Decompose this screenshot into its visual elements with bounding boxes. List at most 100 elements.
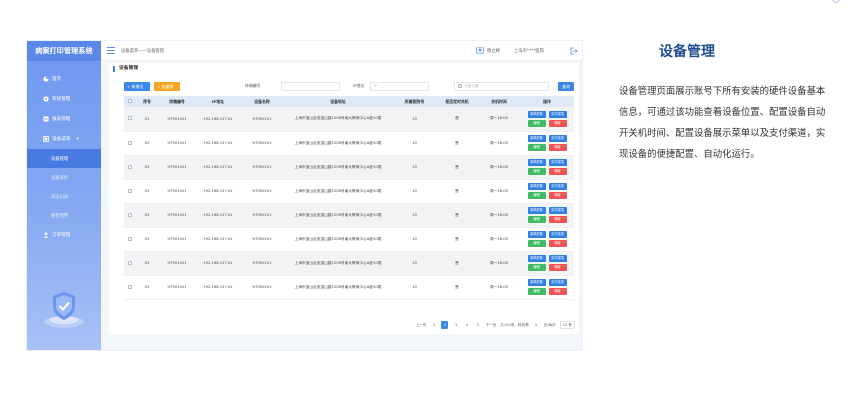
cell-hospital-no: 10 (393, 275, 436, 300)
cell-timed-off: 是 (436, 227, 478, 252)
select-all-checkbox[interactable] (127, 99, 132, 103)
sidebar-item-orders[interactable]: 订单管理 (27, 225, 101, 245)
menu-config-button[interactable]: 菜单配置 (527, 207, 546, 214)
row-checkbox[interactable] (127, 260, 132, 265)
menu-config-button[interactable]: 菜单配置 (527, 255, 546, 262)
row-checkbox[interactable] (127, 284, 132, 289)
header-right: 周立婷 上海市****医院 (476, 47, 582, 55)
sidebar-item-device-management[interactable]: 设备管理 (27, 149, 101, 168)
cell-ip: 192.168.157.01 (195, 131, 241, 156)
page-button[interactable]: 5 (474, 321, 481, 329)
cell-name: HT000101 (241, 227, 283, 252)
delete-button[interactable]: 删除 (548, 240, 567, 247)
sidebar-item-label: 设备管理 (51, 156, 69, 162)
search-button[interactable]: 查询 (558, 82, 574, 91)
delete-button[interactable]: 删除 (548, 264, 567, 271)
pay-channel-button[interactable]: 支付渠道 (548, 183, 567, 190)
menu-toggle-icon[interactable] (107, 47, 115, 54)
menu-config-button[interactable]: 菜单配置 (527, 110, 546, 118)
page-unit-label: 页/每页 (543, 322, 556, 327)
row-checkbox[interactable] (127, 212, 132, 217)
delete-button[interactable]: 删除 (548, 168, 567, 175)
row-checkbox[interactable] (127, 188, 132, 193)
page-button-current[interactable]: 2 (441, 321, 449, 329)
menu-config-button[interactable]: 菜单配置 (527, 231, 546, 238)
menu-config-button[interactable]: 菜单配置 (527, 159, 546, 166)
page-size-select[interactable]: 10 条 (559, 321, 575, 329)
edit-button[interactable]: 编辑 (527, 168, 546, 175)
batch-button[interactable]: + 批量操作 (154, 82, 180, 98)
row-checkbox[interactable] (127, 116, 132, 121)
delete-button[interactable]: 删除 (548, 192, 567, 199)
edit-button[interactable]: 编辑 (527, 216, 546, 223)
cell-timed-off: 是 (436, 275, 478, 300)
delete-button[interactable]: 删除 (548, 216, 567, 223)
cell-actions: 菜单配置 支付渠道 编辑 删除 (520, 155, 574, 180)
row-checkbox[interactable] (127, 236, 132, 241)
cell-no: 03 (135, 275, 159, 300)
page-button[interactable]: 4 (463, 321, 470, 329)
page-button[interactable]: 3 (452, 321, 459, 329)
pay-channel-button[interactable]: 支付渠道 (548, 231, 567, 238)
sidebar-item-system[interactable]: 系统管理 (27, 89, 101, 109)
cell-actions: 菜单配置 支付渠道 编辑 删除 (520, 203, 574, 228)
add-device-button[interactable]: + 新增设备 (124, 82, 150, 98)
cell-ip: 192.168.157.01 (195, 203, 241, 228)
pay-channel-button[interactable]: 支付渠道 (548, 207, 567, 214)
content-card: 设备管理 + 新增设备 + 批量操作 终端编号 IP地址 IP 设备位置 查询 (109, 63, 579, 334)
edit-button[interactable]: 编辑 (527, 288, 546, 295)
sidebar-item-alerts[interactable]: 报警预警 (27, 206, 101, 225)
menu-config-button[interactable]: 菜单配置 (527, 279, 546, 286)
table-row: 03 HT001001 192.168.157.01 HT000101 上海市宝山区淞温… (124, 203, 574, 228)
stage: 病案打印管理系统 首页 系统管理 报表管理 设备菜单 ▾ 设备管理 设备监控 日… (0, 0, 853, 399)
delete-button[interactable]: 删除 (548, 144, 567, 151)
sidebar-item-home[interactable]: 首页 (27, 69, 101, 89)
cell-hospital-no: 10 (393, 131, 436, 156)
sidebar-item-label: 订单管理 (52, 233, 71, 238)
edit-button[interactable]: 编辑 (527, 119, 546, 127)
menu-config-button[interactable]: 菜单配置 (527, 135, 546, 142)
pay-channel-button[interactable]: 支付渠道 (548, 255, 567, 262)
select-all-header[interactable] (124, 96, 135, 107)
sidebar-item-reports[interactable]: 报表管理 (27, 109, 101, 129)
cell-actions: 菜单配置 支付渠道 编辑 删除 (520, 107, 574, 132)
next-page-button[interactable]: 下一页 (485, 321, 496, 329)
delete-button[interactable]: 删除 (548, 288, 567, 295)
delete-button[interactable]: 删除 (548, 119, 567, 127)
goto-page-input[interactable]: 5 (533, 321, 540, 329)
row-checkbox[interactable] (127, 164, 132, 169)
pay-channel-button[interactable]: 支付渠道 (548, 135, 567, 142)
edit-button[interactable]: 编辑 (527, 264, 546, 271)
terminal-filter-input[interactable] (281, 82, 340, 91)
sidebar-item-device-monitor[interactable]: 设备监控 (27, 168, 101, 187)
table-row: 03 HT001001 192.168.157.01 HT000101 上海市宝山区淞温… (124, 227, 574, 252)
edit-button[interactable]: 编辑 (527, 192, 546, 199)
pay-channel-button[interactable]: 支付渠道 (548, 279, 567, 286)
logout-icon[interactable] (570, 47, 578, 55)
sidebar-item-devices[interactable]: 设备菜单 ▾ (27, 129, 101, 149)
row-checkbox[interactable] (127, 140, 132, 145)
sidebar-item-logs[interactable]: 日志记录 (27, 187, 101, 206)
cell-terminal: HT001001 (159, 251, 195, 276)
cell-off-time: 周一18:00 (478, 131, 520, 156)
pay-channel-button[interactable]: 支付渠道 (548, 110, 567, 118)
menu-config-button[interactable]: 菜单配置 (527, 183, 546, 190)
cell-actions: 菜单配置 支付渠道 编辑 删除 (520, 131, 574, 156)
edit-button[interactable]: 编辑 (527, 240, 546, 247)
prev-page-button[interactable]: 上一页 (416, 321, 427, 329)
search-icon (458, 83, 462, 88)
location-filter-input[interactable]: 设备位置 (454, 82, 549, 91)
row-select-cell (124, 275, 135, 300)
table-row: 01 HT001001 192.168.157.01 HT000101 上海市宝山区淞温… (124, 107, 574, 132)
cell-ip: 192.168.157.01 (195, 155, 241, 180)
page-button[interactable]: 1 (430, 321, 437, 329)
user-info[interactable]: 周立婷 (476, 47, 500, 54)
ip-filter-input[interactable]: IP (370, 82, 429, 91)
hospital-name: 上海市****医院 (513, 48, 544, 54)
row-actions: 菜单配置 支付渠道 编辑 删除 (520, 159, 574, 175)
cell-actions: 菜单配置 支付渠道 编辑 删除 (520, 251, 574, 276)
pay-channel-button[interactable]: 支付渠道 (548, 159, 567, 166)
edit-button[interactable]: 编辑 (527, 144, 546, 151)
cell-address: 上海市宝山区淞温山路1508号南大教育中心A座10楼 (283, 131, 393, 156)
cell-hospital-no: 10 (393, 227, 436, 252)
